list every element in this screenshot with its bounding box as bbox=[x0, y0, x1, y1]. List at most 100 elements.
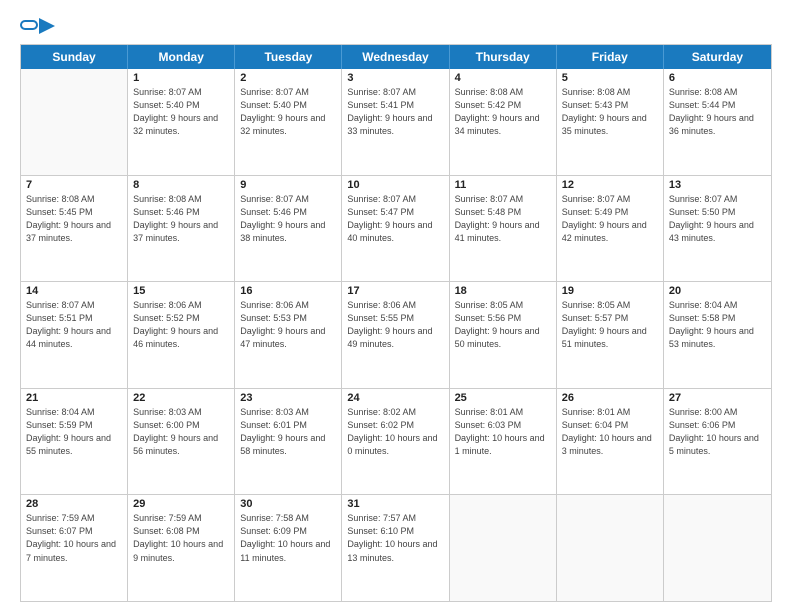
page-header bbox=[20, 16, 772, 34]
day-number: 27 bbox=[669, 392, 766, 404]
day-info: Sunrise: 8:07 AM Sunset: 5:46 PM Dayligh… bbox=[240, 193, 336, 245]
calendar-header: SundayMondayTuesdayWednesdayThursdayFrid… bbox=[21, 45, 771, 69]
day-info: Sunrise: 7:57 AM Sunset: 6:10 PM Dayligh… bbox=[347, 512, 443, 564]
day-number: 9 bbox=[240, 179, 336, 191]
calendar-cell: 12 Sunrise: 8:07 AM Sunset: 5:49 PM Dayli… bbox=[557, 176, 664, 282]
day-info: Sunrise: 7:58 AM Sunset: 6:09 PM Dayligh… bbox=[240, 512, 336, 564]
day-info: Sunrise: 8:07 AM Sunset: 5:41 PM Dayligh… bbox=[347, 86, 443, 138]
day-number: 11 bbox=[455, 179, 551, 191]
day-info: Sunrise: 8:07 AM Sunset: 5:49 PM Dayligh… bbox=[562, 193, 658, 245]
calendar-cell: 11 Sunrise: 8:07 AM Sunset: 5:48 PM Dayli… bbox=[450, 176, 557, 282]
calendar-cell bbox=[450, 495, 557, 601]
day-number: 15 bbox=[133, 285, 229, 297]
day-info: Sunrise: 8:07 AM Sunset: 5:40 PM Dayligh… bbox=[133, 86, 229, 138]
day-number: 24 bbox=[347, 392, 443, 404]
day-info: Sunrise: 8:04 AM Sunset: 5:58 PM Dayligh… bbox=[669, 299, 766, 351]
logo bbox=[20, 16, 55, 34]
day-number: 2 bbox=[240, 72, 336, 84]
calendar-cell: 9 Sunrise: 8:07 AM Sunset: 5:46 PM Daylig… bbox=[235, 176, 342, 282]
calendar-cell: 14 Sunrise: 8:07 AM Sunset: 5:51 PM Dayli… bbox=[21, 282, 128, 388]
day-number: 31 bbox=[347, 498, 443, 510]
calendar-row: 7 Sunrise: 8:08 AM Sunset: 5:45 PM Daylig… bbox=[21, 175, 771, 282]
calendar-cell bbox=[21, 69, 128, 175]
day-info: Sunrise: 8:00 AM Sunset: 6:06 PM Dayligh… bbox=[669, 406, 766, 458]
day-number: 14 bbox=[26, 285, 122, 297]
calendar-cell: 2 Sunrise: 8:07 AM Sunset: 5:40 PM Daylig… bbox=[235, 69, 342, 175]
day-info: Sunrise: 8:05 AM Sunset: 5:57 PM Dayligh… bbox=[562, 299, 658, 351]
day-info: Sunrise: 8:07 AM Sunset: 5:50 PM Dayligh… bbox=[669, 193, 766, 245]
weekday-header: Saturday bbox=[664, 45, 771, 69]
day-info: Sunrise: 8:07 AM Sunset: 5:40 PM Dayligh… bbox=[240, 86, 336, 138]
day-info: Sunrise: 8:07 AM Sunset: 5:47 PM Dayligh… bbox=[347, 193, 443, 245]
day-number: 12 bbox=[562, 179, 658, 191]
calendar-cell: 24 Sunrise: 8:02 AM Sunset: 6:02 PM Dayli… bbox=[342, 389, 449, 495]
calendar-cell: 6 Sunrise: 8:08 AM Sunset: 5:44 PM Daylig… bbox=[664, 69, 771, 175]
day-info: Sunrise: 7:59 AM Sunset: 6:07 PM Dayligh… bbox=[26, 512, 122, 564]
weekday-header: Wednesday bbox=[342, 45, 449, 69]
day-info: Sunrise: 8:07 AM Sunset: 5:48 PM Dayligh… bbox=[455, 193, 551, 245]
calendar-cell: 20 Sunrise: 8:04 AM Sunset: 5:58 PM Dayli… bbox=[664, 282, 771, 388]
day-number: 13 bbox=[669, 179, 766, 191]
day-info: Sunrise: 8:01 AM Sunset: 6:03 PM Dayligh… bbox=[455, 406, 551, 458]
calendar-cell: 28Sunrise: 7:59 AM Sunset: 6:07 PM Dayli… bbox=[21, 495, 128, 601]
weekday-header: Tuesday bbox=[235, 45, 342, 69]
day-number: 22 bbox=[133, 392, 229, 404]
day-number: 10 bbox=[347, 179, 443, 191]
day-number: 19 bbox=[562, 285, 658, 297]
day-number: 30 bbox=[240, 498, 336, 510]
calendar-cell: 17Sunrise: 8:06 AM Sunset: 5:55 PM Dayli… bbox=[342, 282, 449, 388]
day-number: 20 bbox=[669, 285, 766, 297]
day-number: 4 bbox=[455, 72, 551, 84]
day-number: 6 bbox=[669, 72, 766, 84]
calendar-row: 14 Sunrise: 8:07 AM Sunset: 5:51 PM Dayli… bbox=[21, 281, 771, 388]
calendar-cell: 19 Sunrise: 8:05 AM Sunset: 5:57 PM Dayli… bbox=[557, 282, 664, 388]
day-info: Sunrise: 8:06 AM Sunset: 5:55 PM Dayligh… bbox=[347, 299, 443, 351]
calendar-cell: 16 Sunrise: 8:06 AM Sunset: 5:53 PM Dayli… bbox=[235, 282, 342, 388]
day-number: 25 bbox=[455, 392, 551, 404]
calendar: SundayMondayTuesdayWednesdayThursdayFrid… bbox=[20, 44, 772, 602]
day-info: Sunrise: 7:59 AM Sunset: 6:08 PM Dayligh… bbox=[133, 512, 229, 564]
calendar-cell: 27 Sunrise: 8:00 AM Sunset: 6:06 PM Dayli… bbox=[664, 389, 771, 495]
weekday-header: Monday bbox=[128, 45, 235, 69]
calendar-cell bbox=[557, 495, 664, 601]
calendar-cell: 30 Sunrise: 7:58 AM Sunset: 6:09 PM Dayli… bbox=[235, 495, 342, 601]
day-number: 16 bbox=[240, 285, 336, 297]
weekday-header: Sunday bbox=[21, 45, 128, 69]
day-info: Sunrise: 8:08 AM Sunset: 5:44 PM Dayligh… bbox=[669, 86, 766, 138]
calendar-cell: 29 Sunrise: 7:59 AM Sunset: 6:08 PM Dayli… bbox=[128, 495, 235, 601]
day-info: Sunrise: 8:06 AM Sunset: 5:53 PM Dayligh… bbox=[240, 299, 336, 351]
day-info: Sunrise: 8:08 AM Sunset: 5:45 PM Dayligh… bbox=[26, 193, 122, 245]
day-number: 29 bbox=[133, 498, 229, 510]
day-info: Sunrise: 8:08 AM Sunset: 5:46 PM Dayligh… bbox=[133, 193, 229, 245]
day-number: 3 bbox=[347, 72, 443, 84]
weekday-header: Friday bbox=[557, 45, 664, 69]
calendar-cell: 15Sunrise: 8:06 AM Sunset: 5:52 PM Dayli… bbox=[128, 282, 235, 388]
day-number: 5 bbox=[562, 72, 658, 84]
calendar-cell: 18Sunrise: 8:05 AM Sunset: 5:56 PM Dayli… bbox=[450, 282, 557, 388]
calendar-cell: 13 Sunrise: 8:07 AM Sunset: 5:50 PM Dayli… bbox=[664, 176, 771, 282]
calendar-row: 21Sunrise: 8:04 AM Sunset: 5:59 PM Dayli… bbox=[21, 388, 771, 495]
logo-arrow-icon bbox=[39, 18, 55, 34]
day-info: Sunrise: 8:02 AM Sunset: 6:02 PM Dayligh… bbox=[347, 406, 443, 458]
calendar-cell: 22Sunrise: 8:03 AM Sunset: 6:00 PM Dayli… bbox=[128, 389, 235, 495]
calendar-row: 1 Sunrise: 8:07 AM Sunset: 5:40 PM Daylig… bbox=[21, 69, 771, 175]
day-info: Sunrise: 8:04 AM Sunset: 5:59 PM Dayligh… bbox=[26, 406, 122, 458]
calendar-cell: 26Sunrise: 8:01 AM Sunset: 6:04 PM Dayli… bbox=[557, 389, 664, 495]
day-number: 7 bbox=[26, 179, 122, 191]
calendar-cell: 4 Sunrise: 8:08 AM Sunset: 5:42 PM Daylig… bbox=[450, 69, 557, 175]
day-info: Sunrise: 8:07 AM Sunset: 5:51 PM Dayligh… bbox=[26, 299, 122, 351]
calendar-cell: 23 Sunrise: 8:03 AM Sunset: 6:01 PM Dayli… bbox=[235, 389, 342, 495]
calendar-body: 1 Sunrise: 8:07 AM Sunset: 5:40 PM Daylig… bbox=[21, 69, 771, 601]
day-number: 1 bbox=[133, 72, 229, 84]
calendar-cell: 1 Sunrise: 8:07 AM Sunset: 5:40 PM Daylig… bbox=[128, 69, 235, 175]
calendar-cell: 21Sunrise: 8:04 AM Sunset: 5:59 PM Dayli… bbox=[21, 389, 128, 495]
day-info: Sunrise: 8:03 AM Sunset: 6:01 PM Dayligh… bbox=[240, 406, 336, 458]
day-info: Sunrise: 8:08 AM Sunset: 5:43 PM Dayligh… bbox=[562, 86, 658, 138]
weekday-header: Thursday bbox=[450, 45, 557, 69]
day-info: Sunrise: 8:08 AM Sunset: 5:42 PM Dayligh… bbox=[455, 86, 551, 138]
day-number: 23 bbox=[240, 392, 336, 404]
calendar-cell: 8Sunrise: 8:08 AM Sunset: 5:46 PM Daylig… bbox=[128, 176, 235, 282]
calendar-cell: 31 Sunrise: 7:57 AM Sunset: 6:10 PM Dayli… bbox=[342, 495, 449, 601]
calendar-cell: 10 Sunrise: 8:07 AM Sunset: 5:47 PM Dayli… bbox=[342, 176, 449, 282]
calendar-cell: 5 Sunrise: 8:08 AM Sunset: 5:43 PM Daylig… bbox=[557, 69, 664, 175]
